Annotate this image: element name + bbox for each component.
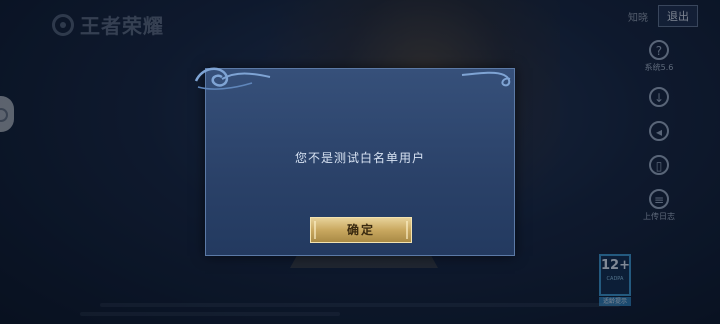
- cloud-ornament-icon: [194, 67, 271, 90]
- cloud-ornament-icon: [461, 71, 511, 87]
- dialog-message: 您不是测试白名单用户: [294, 151, 425, 165]
- confirm-button[interactable]: 确定: [310, 217, 412, 243]
- alert-dialog: 您不是测试白名单用户 确定: [194, 67, 515, 256]
